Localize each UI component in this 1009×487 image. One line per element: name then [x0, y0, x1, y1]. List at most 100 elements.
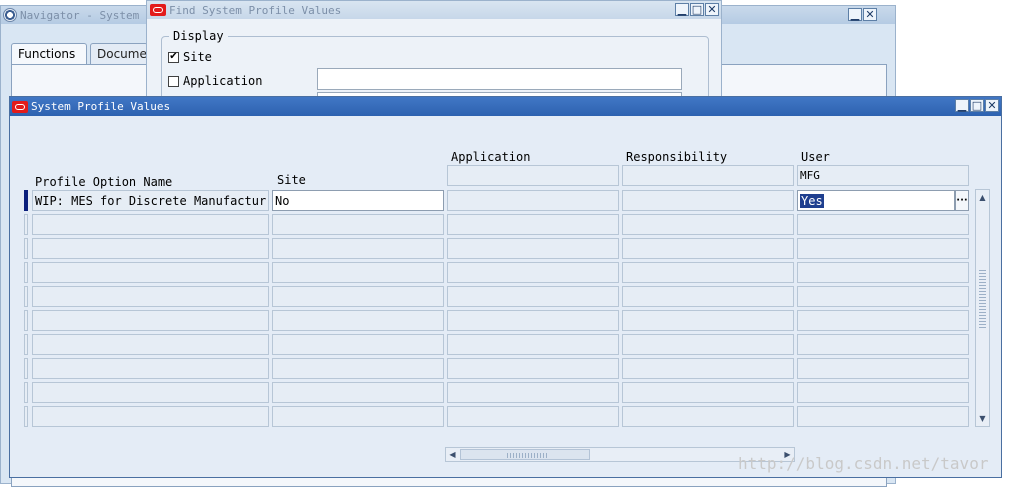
user-value-cell[interactable]: Yes [797, 190, 955, 211]
navigator-title: Navigator - System Adm [20, 8, 166, 22]
find-minimize-button[interactable]: ▁ [675, 3, 689, 16]
context-user-field: MFG [797, 165, 969, 186]
site-checkbox[interactable]: ✔ [168, 51, 179, 63]
responsibility-value-cell[interactable] [622, 358, 794, 379]
vertical-scroll-grip[interactable] [979, 270, 986, 330]
application-value-cell[interactable] [447, 190, 619, 211]
row-indicator[interactable] [24, 238, 28, 259]
tab-functions[interactable]: Functions [11, 43, 87, 65]
row-indicator[interactable] [24, 214, 28, 235]
profile-option-name-cell[interactable] [32, 358, 269, 379]
oracle-logo-icon [12, 100, 28, 113]
user-value-cell[interactable] [797, 238, 969, 259]
profile-option-name-cell[interactable] [32, 238, 269, 259]
application-value-cell[interactable] [447, 334, 619, 355]
row-indicator[interactable] [24, 382, 28, 403]
user-lov-button[interactable]: ··· [955, 190, 969, 211]
row-indicator[interactable] [24, 190, 28, 211]
row-indicator[interactable] [24, 406, 28, 427]
row-indicator[interactable] [24, 358, 28, 379]
site-checkbox-label: Site [183, 50, 212, 64]
row-indicator[interactable] [24, 262, 28, 283]
site-value-cell[interactable] [272, 214, 444, 235]
site-value-cell[interactable]: No [272, 190, 444, 211]
watermark: http://blog.csdn.net/tavor [738, 454, 989, 473]
application-value-cell[interactable] [447, 406, 619, 427]
site-value-cell[interactable] [272, 286, 444, 307]
application-checkbox[interactable] [168, 75, 179, 87]
user-value-cell[interactable] [797, 262, 969, 283]
site-value-cell[interactable] [272, 310, 444, 331]
application-value-cell[interactable] [447, 382, 619, 403]
row-indicator[interactable] [24, 310, 28, 331]
context-responsibility-field [622, 165, 794, 186]
site-checkbox-row[interactable]: ✔ Site [168, 50, 212, 64]
profile-option-name-cell[interactable] [32, 406, 269, 427]
site-value-cell[interactable] [272, 406, 444, 427]
scroll-down-icon[interactable]: ▼ [976, 412, 989, 425]
header-responsibility: Responsibility [626, 150, 728, 164]
application-value-cell[interactable] [447, 214, 619, 235]
application-input[interactable] [317, 68, 682, 90]
user-value-cell[interactable] [797, 382, 969, 403]
application-value-cell[interactable] [447, 262, 619, 283]
responsibility-value-cell[interactable] [622, 310, 794, 331]
find-profile-values-window: Find System Profile Values ▁ □ ✕ Display… [146, 0, 722, 108]
context-user-value: MFG [800, 169, 820, 182]
site-value-cell[interactable] [272, 334, 444, 355]
navigator-close-button[interactable]: ✕ [863, 8, 877, 21]
header-user: User [801, 150, 830, 164]
site-value-cell[interactable] [272, 382, 444, 403]
navigator-minimize-button[interactable]: ▁ [848, 8, 862, 21]
user-value-cell[interactable] [797, 214, 969, 235]
profile-option-name-cell-text: WIP: MES for Discrete Manufacturing [35, 194, 266, 208]
application-value-cell[interactable] [447, 358, 619, 379]
horizontal-scroll-thumb[interactable] [460, 449, 590, 460]
site-value-cell[interactable] [272, 262, 444, 283]
tab-documents[interactable]: Documen [90, 43, 148, 65]
spv-titlebar[interactable]: System Profile Values ▁ □ ✕ [10, 97, 1001, 116]
profile-option-name-cell[interactable] [32, 262, 269, 283]
profile-option-name-cell[interactable] [32, 286, 269, 307]
profile-option-name-cell[interactable]: WIP: MES for Discrete Manufacturing [32, 190, 269, 211]
spv-minimize-button[interactable]: ▁ [955, 99, 969, 112]
row-indicator[interactable] [24, 286, 28, 307]
scroll-up-icon[interactable]: ▲ [976, 191, 989, 204]
profile-option-name-cell[interactable] [32, 334, 269, 355]
find-close-button[interactable]: ✕ [705, 3, 719, 16]
vertical-scrollbar[interactable]: ▲ ▼ [975, 189, 990, 427]
find-titlebar[interactable]: Find System Profile Values ▁ □ ✕ [147, 1, 721, 19]
user-value-cell[interactable] [797, 310, 969, 331]
responsibility-value-cell[interactable] [622, 238, 794, 259]
spv-maximize-button[interactable]: □ [970, 99, 984, 112]
responsibility-value-cell[interactable] [622, 262, 794, 283]
row-indicator[interactable] [24, 334, 28, 355]
responsibility-value-cell[interactable] [622, 406, 794, 427]
profile-option-name-cell[interactable] [32, 382, 269, 403]
find-title: Find System Profile Values [169, 3, 342, 17]
find-maximize-button[interactable]: □ [690, 3, 704, 16]
responsibility-value-cell[interactable] [622, 190, 794, 211]
responsibility-value-cell[interactable] [622, 382, 794, 403]
application-checkbox-label: Application [183, 74, 263, 88]
application-checkbox-row[interactable]: Application [168, 74, 262, 88]
application-value-cell[interactable] [447, 238, 619, 259]
responsibility-value-cell[interactable] [622, 334, 794, 355]
header-site: Site [277, 173, 306, 187]
responsibility-value-cell[interactable] [622, 214, 794, 235]
navigator-app-icon [3, 8, 17, 22]
user-value-cell[interactable] [797, 406, 969, 427]
scroll-left-icon[interactable]: ◀ [446, 448, 459, 461]
user-value-cell[interactable] [797, 334, 969, 355]
profile-option-name-cell[interactable] [32, 310, 269, 331]
site-value-cell[interactable] [272, 358, 444, 379]
profile-option-name-cell[interactable] [32, 214, 269, 235]
spv-close-button[interactable]: ✕ [985, 99, 999, 112]
site-value-cell[interactable] [272, 238, 444, 259]
responsibility-value-cell[interactable] [622, 286, 794, 307]
user-value-cell-text: Yes [800, 194, 824, 208]
user-value-cell[interactable] [797, 286, 969, 307]
application-value-cell[interactable] [447, 310, 619, 331]
user-value-cell[interactable] [797, 358, 969, 379]
application-value-cell[interactable] [447, 286, 619, 307]
